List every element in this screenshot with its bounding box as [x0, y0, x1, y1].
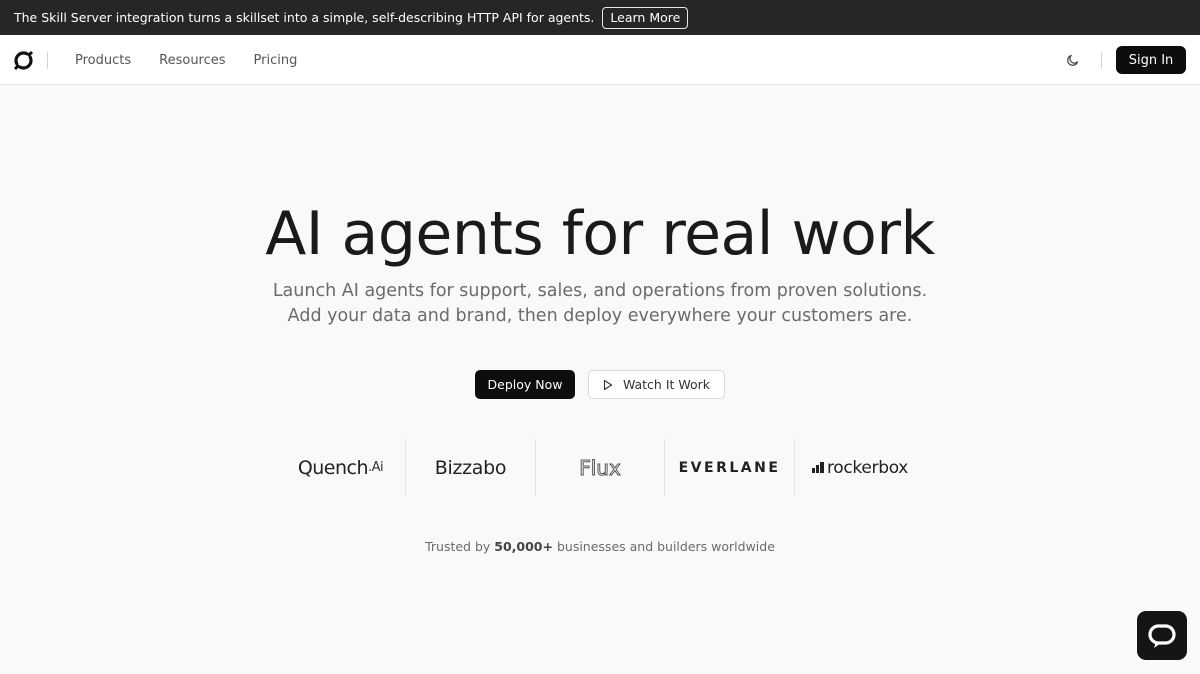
trusted-suffix: businesses and builders worldwide: [552, 539, 775, 554]
chat-widget-button[interactable]: [1137, 611, 1187, 660]
sign-in-button[interactable]: Sign In: [1116, 46, 1186, 74]
nav-link-resources[interactable]: Resources: [159, 53, 225, 68]
nav-divider: [47, 52, 48, 69]
everlane-logo: EVERLANE: [665, 439, 795, 496]
play-icon: [603, 379, 612, 390]
rockerbox-logo-text: rockerbox: [826, 457, 909, 478]
bizzabo-logo: Bizzabo: [406, 439, 536, 496]
customer-logos: Quench .Ai Bizzabo Flux EVERLANE rockerbo…: [276, 439, 925, 496]
hero-subtitle-line-2: Add your data and brand, then deploy eve…: [287, 306, 913, 326]
hero-subtitle: Launch AI agents for support, sales, and…: [0, 279, 1200, 329]
quench-logo-text: Quench: [297, 456, 369, 479]
hero-subtitle-line-1: Launch AI agents for support, sales, and…: [272, 281, 928, 301]
announcement-bar: The Skill Server integration turns a ski…: [0, 0, 1200, 35]
trusted-count: 50,000+: [494, 539, 553, 554]
hero-title: AI agents for real work: [265, 199, 935, 269]
brand-logo-icon[interactable]: [13, 50, 34, 71]
nav-divider-right: [1101, 52, 1102, 69]
rockerbox-logo: rockerbox: [795, 439, 925, 496]
announcement-text: The Skill Server integration turns a ski…: [14, 10, 595, 25]
nav-link-products[interactable]: Products: [75, 53, 131, 68]
quench-logo-suffix: .Ai: [368, 460, 384, 475]
chat-bubble-icon: [1148, 623, 1176, 648]
navbar: Products Resources Pricing Sign In: [0, 35, 1200, 85]
learn-more-button[interactable]: Learn More: [602, 6, 689, 29]
watch-it-work-button[interactable]: Watch It Work: [588, 370, 725, 399]
theme-toggle-button[interactable]: [1058, 45, 1088, 75]
quench-ai-logo: Quench .Ai: [276, 439, 406, 496]
trusted-by-text: Trusted by 50,000+ businesses and builde…: [0, 539, 1200, 554]
moon-icon: [1067, 54, 1079, 66]
flux-logo: Flux: [536, 439, 665, 496]
nav-links: Products Resources Pricing: [75, 35, 325, 85]
watch-it-work-label: Watch It Work: [622, 377, 711, 392]
deploy-now-button[interactable]: Deploy Now: [475, 370, 575, 399]
rockerbox-mark-icon: [811, 462, 824, 473]
nav-link-pricing[interactable]: Pricing: [254, 53, 298, 68]
trusted-prefix: Trusted by: [425, 539, 495, 554]
